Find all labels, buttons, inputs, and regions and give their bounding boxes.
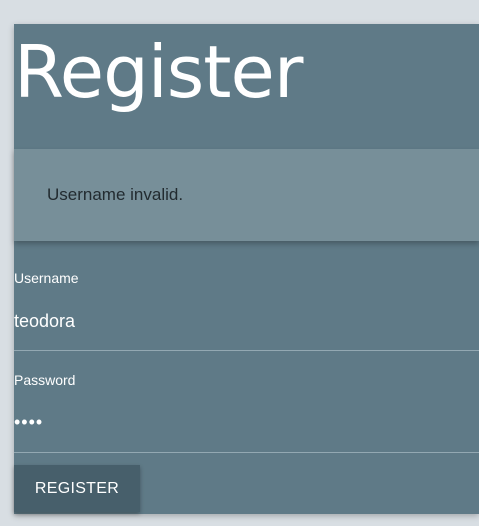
alert-message: Username invalid.	[47, 185, 184, 204]
password-underline	[14, 452, 479, 453]
page-title: Register	[14, 30, 303, 114]
error-alert: Username invalid.	[14, 149, 479, 241]
username-label: Username	[14, 270, 79, 286]
page: Register Username invalid. Username Pass…	[0, 0, 479, 526]
register-form-card: Register Username invalid. Username Pass…	[14, 24, 479, 514]
password-input[interactable]	[14, 412, 479, 433]
username-underline	[14, 350, 479, 351]
register-button[interactable]: REGISTER	[14, 465, 140, 512]
password-label: Password	[14, 372, 76, 388]
username-input[interactable]	[14, 311, 479, 332]
